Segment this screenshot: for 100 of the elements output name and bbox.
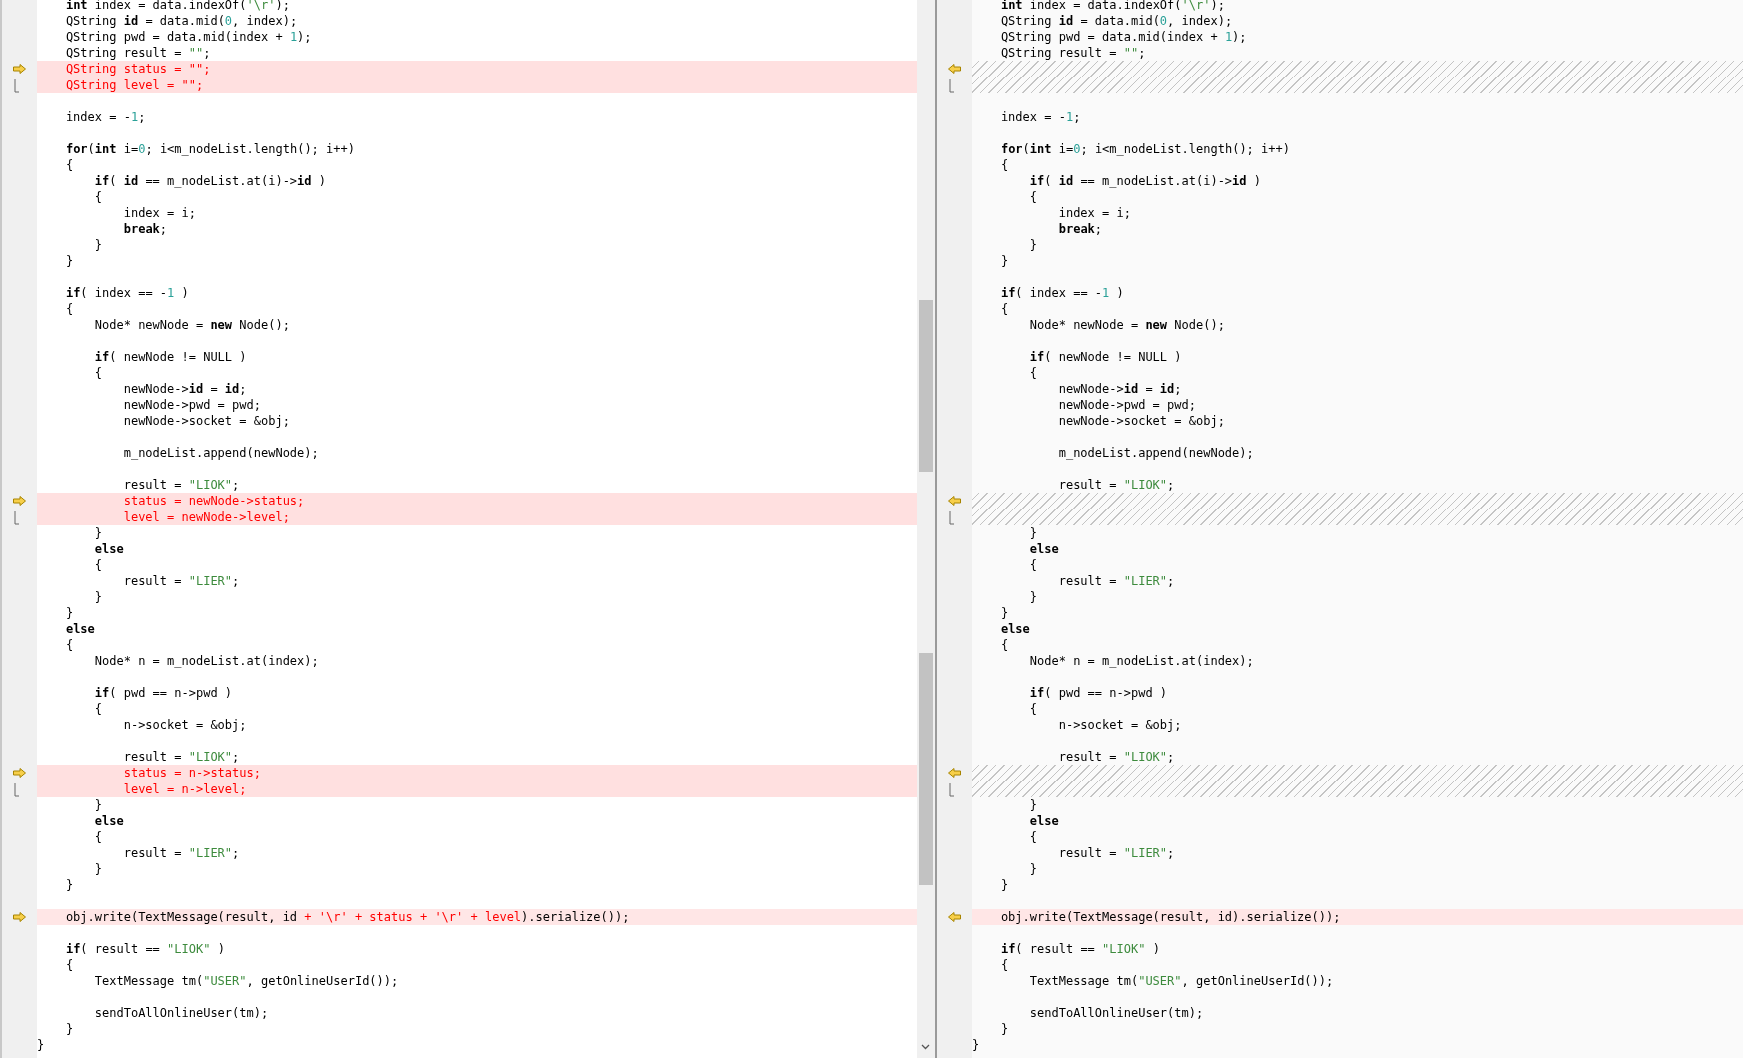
code-line: newNode->pwd = pwd; bbox=[122, 398, 261, 412]
code-line: } bbox=[64, 1022, 74, 1036]
code-line: { bbox=[1028, 366, 1038, 380]
arrow-icon[interactable] bbox=[948, 496, 961, 506]
code-line: { bbox=[93, 830, 103, 844]
code-line: result = "LIOK"; bbox=[1057, 750, 1175, 764]
code-line: else bbox=[93, 814, 124, 828]
code-line: { bbox=[1028, 702, 1038, 716]
code-line: QString level = ""; bbox=[64, 78, 204, 92]
code-line: index = -1; bbox=[999, 110, 1081, 124]
code-line: newNode->socket = &obj; bbox=[1057, 414, 1225, 428]
code-line: QString result = ""; bbox=[999, 46, 1146, 60]
code-line: result = "LIER"; bbox=[122, 846, 240, 860]
vertical-scrollbar[interactable] bbox=[917, 0, 935, 1058]
code-line: break; bbox=[1057, 222, 1103, 236]
code-line: int index = data.indexOf('\r'); bbox=[64, 0, 290, 12]
code-line: Node* n = m_nodeList.at(index); bbox=[93, 654, 319, 668]
code-line: } bbox=[64, 254, 74, 268]
code-line: } bbox=[64, 878, 74, 892]
code-line: result = "LIOK"; bbox=[122, 478, 240, 492]
code-line: status = newNode->status; bbox=[122, 494, 305, 508]
code-line: QString id = data.mid(0, index); bbox=[999, 14, 1233, 28]
code-line: { bbox=[999, 302, 1009, 316]
code-line: } bbox=[999, 1022, 1009, 1036]
code-line: TextMessage tm("USER", getOnlineUserId()); bbox=[1028, 974, 1334, 988]
code-line: if( id == m_nodeList.at(i)->id ) bbox=[93, 174, 326, 188]
code-line: { bbox=[64, 958, 74, 972]
code-line: else bbox=[1028, 542, 1059, 556]
code-line: { bbox=[999, 638, 1009, 652]
scroll-thumb[interactable] bbox=[919, 300, 933, 472]
arrow-icon[interactable] bbox=[948, 768, 961, 778]
code-line: else bbox=[64, 622, 95, 636]
code-line: result = "LIER"; bbox=[1057, 574, 1175, 588]
arrow-icon[interactable] bbox=[13, 64, 26, 74]
code-line: else bbox=[93, 542, 124, 556]
code-line: TextMessage tm("USER", getOnlineUserId()); bbox=[93, 974, 399, 988]
code-line: if( index == -1 ) bbox=[999, 286, 1124, 300]
arrow-icon[interactable] bbox=[13, 496, 26, 506]
code-line: if( pwd == n->pwd ) bbox=[1028, 686, 1168, 700]
code-line: else bbox=[1028, 814, 1059, 828]
code-line: int index = data.indexOf('\r'); bbox=[999, 0, 1225, 12]
arrow-icon[interactable] bbox=[13, 768, 26, 778]
code-line: m_nodeList.append(newNode); bbox=[1057, 446, 1254, 460]
code-line: newNode->id = id; bbox=[1057, 382, 1182, 396]
code-line: QString result = ""; bbox=[64, 46, 211, 60]
code-line: { bbox=[64, 638, 74, 652]
code-line: index = i; bbox=[122, 206, 196, 220]
arrow-icon[interactable] bbox=[13, 912, 26, 922]
code-line: level = newNode->level; bbox=[122, 510, 290, 524]
code-line: level = n->level; bbox=[122, 782, 247, 796]
code-line: if( newNode != NULL ) bbox=[93, 350, 247, 364]
code-line: result = "LIOK"; bbox=[122, 750, 240, 764]
code-line: Node* newNode = new Node(); bbox=[93, 318, 290, 332]
code-line: } bbox=[93, 798, 103, 812]
code-line: if( id == m_nodeList.at(i)->id ) bbox=[1028, 174, 1261, 188]
code-line: { bbox=[1028, 558, 1038, 572]
code-line: newNode->id = id; bbox=[122, 382, 247, 396]
code-line: } bbox=[93, 590, 103, 604]
code-line: for(int i=0; i<m_nodeList.length(); i++) bbox=[64, 142, 355, 156]
code-line: } bbox=[999, 254, 1009, 268]
code-line: QString status = ""; bbox=[64, 62, 211, 76]
code-line: } bbox=[64, 606, 74, 620]
code-line: else bbox=[999, 622, 1030, 636]
arrow-icon[interactable] bbox=[948, 64, 961, 74]
code-line: sendToAllOnlineUser(tm); bbox=[93, 1006, 269, 1020]
code-line: QString pwd = data.mid(index + 1); bbox=[999, 30, 1247, 44]
code-line: result = "LIER"; bbox=[122, 574, 240, 588]
code-line: { bbox=[1028, 190, 1038, 204]
code-line: } bbox=[1028, 862, 1038, 876]
code-line: } bbox=[93, 526, 103, 540]
code-line: } bbox=[93, 238, 103, 252]
arrow-icon[interactable] bbox=[948, 912, 961, 922]
code-line: QString pwd = data.mid(index + 1); bbox=[64, 30, 312, 44]
code-line: newNode->pwd = pwd; bbox=[1057, 398, 1196, 412]
code-line: Node* n = m_nodeList.at(index); bbox=[1028, 654, 1254, 668]
code-line: if( index == -1 ) bbox=[64, 286, 189, 300]
code-line: { bbox=[93, 190, 103, 204]
code-line: } bbox=[37, 1038, 45, 1052]
code-line: n->socket = &obj; bbox=[1057, 718, 1182, 732]
code-line: if( result == "LIOK" ) bbox=[999, 942, 1160, 956]
code-line: } bbox=[1028, 526, 1038, 540]
code-line: { bbox=[93, 366, 103, 380]
code-line: } bbox=[1028, 590, 1038, 604]
code-line: { bbox=[1028, 830, 1038, 844]
code-line: if( pwd == n->pwd ) bbox=[93, 686, 233, 700]
scroll-down-icon[interactable] bbox=[921, 1044, 930, 1050]
code-line: result = "LIOK"; bbox=[1057, 478, 1175, 492]
code-line: result = "LIER"; bbox=[1057, 846, 1175, 860]
scroll-thumb[interactable] bbox=[919, 653, 933, 885]
code-line: break; bbox=[122, 222, 168, 236]
code-line: } bbox=[93, 862, 103, 876]
code-line: index = i; bbox=[1057, 206, 1131, 220]
code-line: obj.write(TextMessage(result, id + '\r' + status + '\r' + level).serialize()); bbox=[64, 910, 630, 924]
code-line: { bbox=[64, 302, 74, 316]
code-line: } bbox=[999, 606, 1009, 620]
code-line: if( result == "LIOK" ) bbox=[64, 942, 225, 956]
code-line: } bbox=[1028, 238, 1038, 252]
code-line: n->socket = &obj; bbox=[122, 718, 247, 732]
code-line: index = -1; bbox=[64, 110, 146, 124]
code-line: { bbox=[999, 958, 1009, 972]
